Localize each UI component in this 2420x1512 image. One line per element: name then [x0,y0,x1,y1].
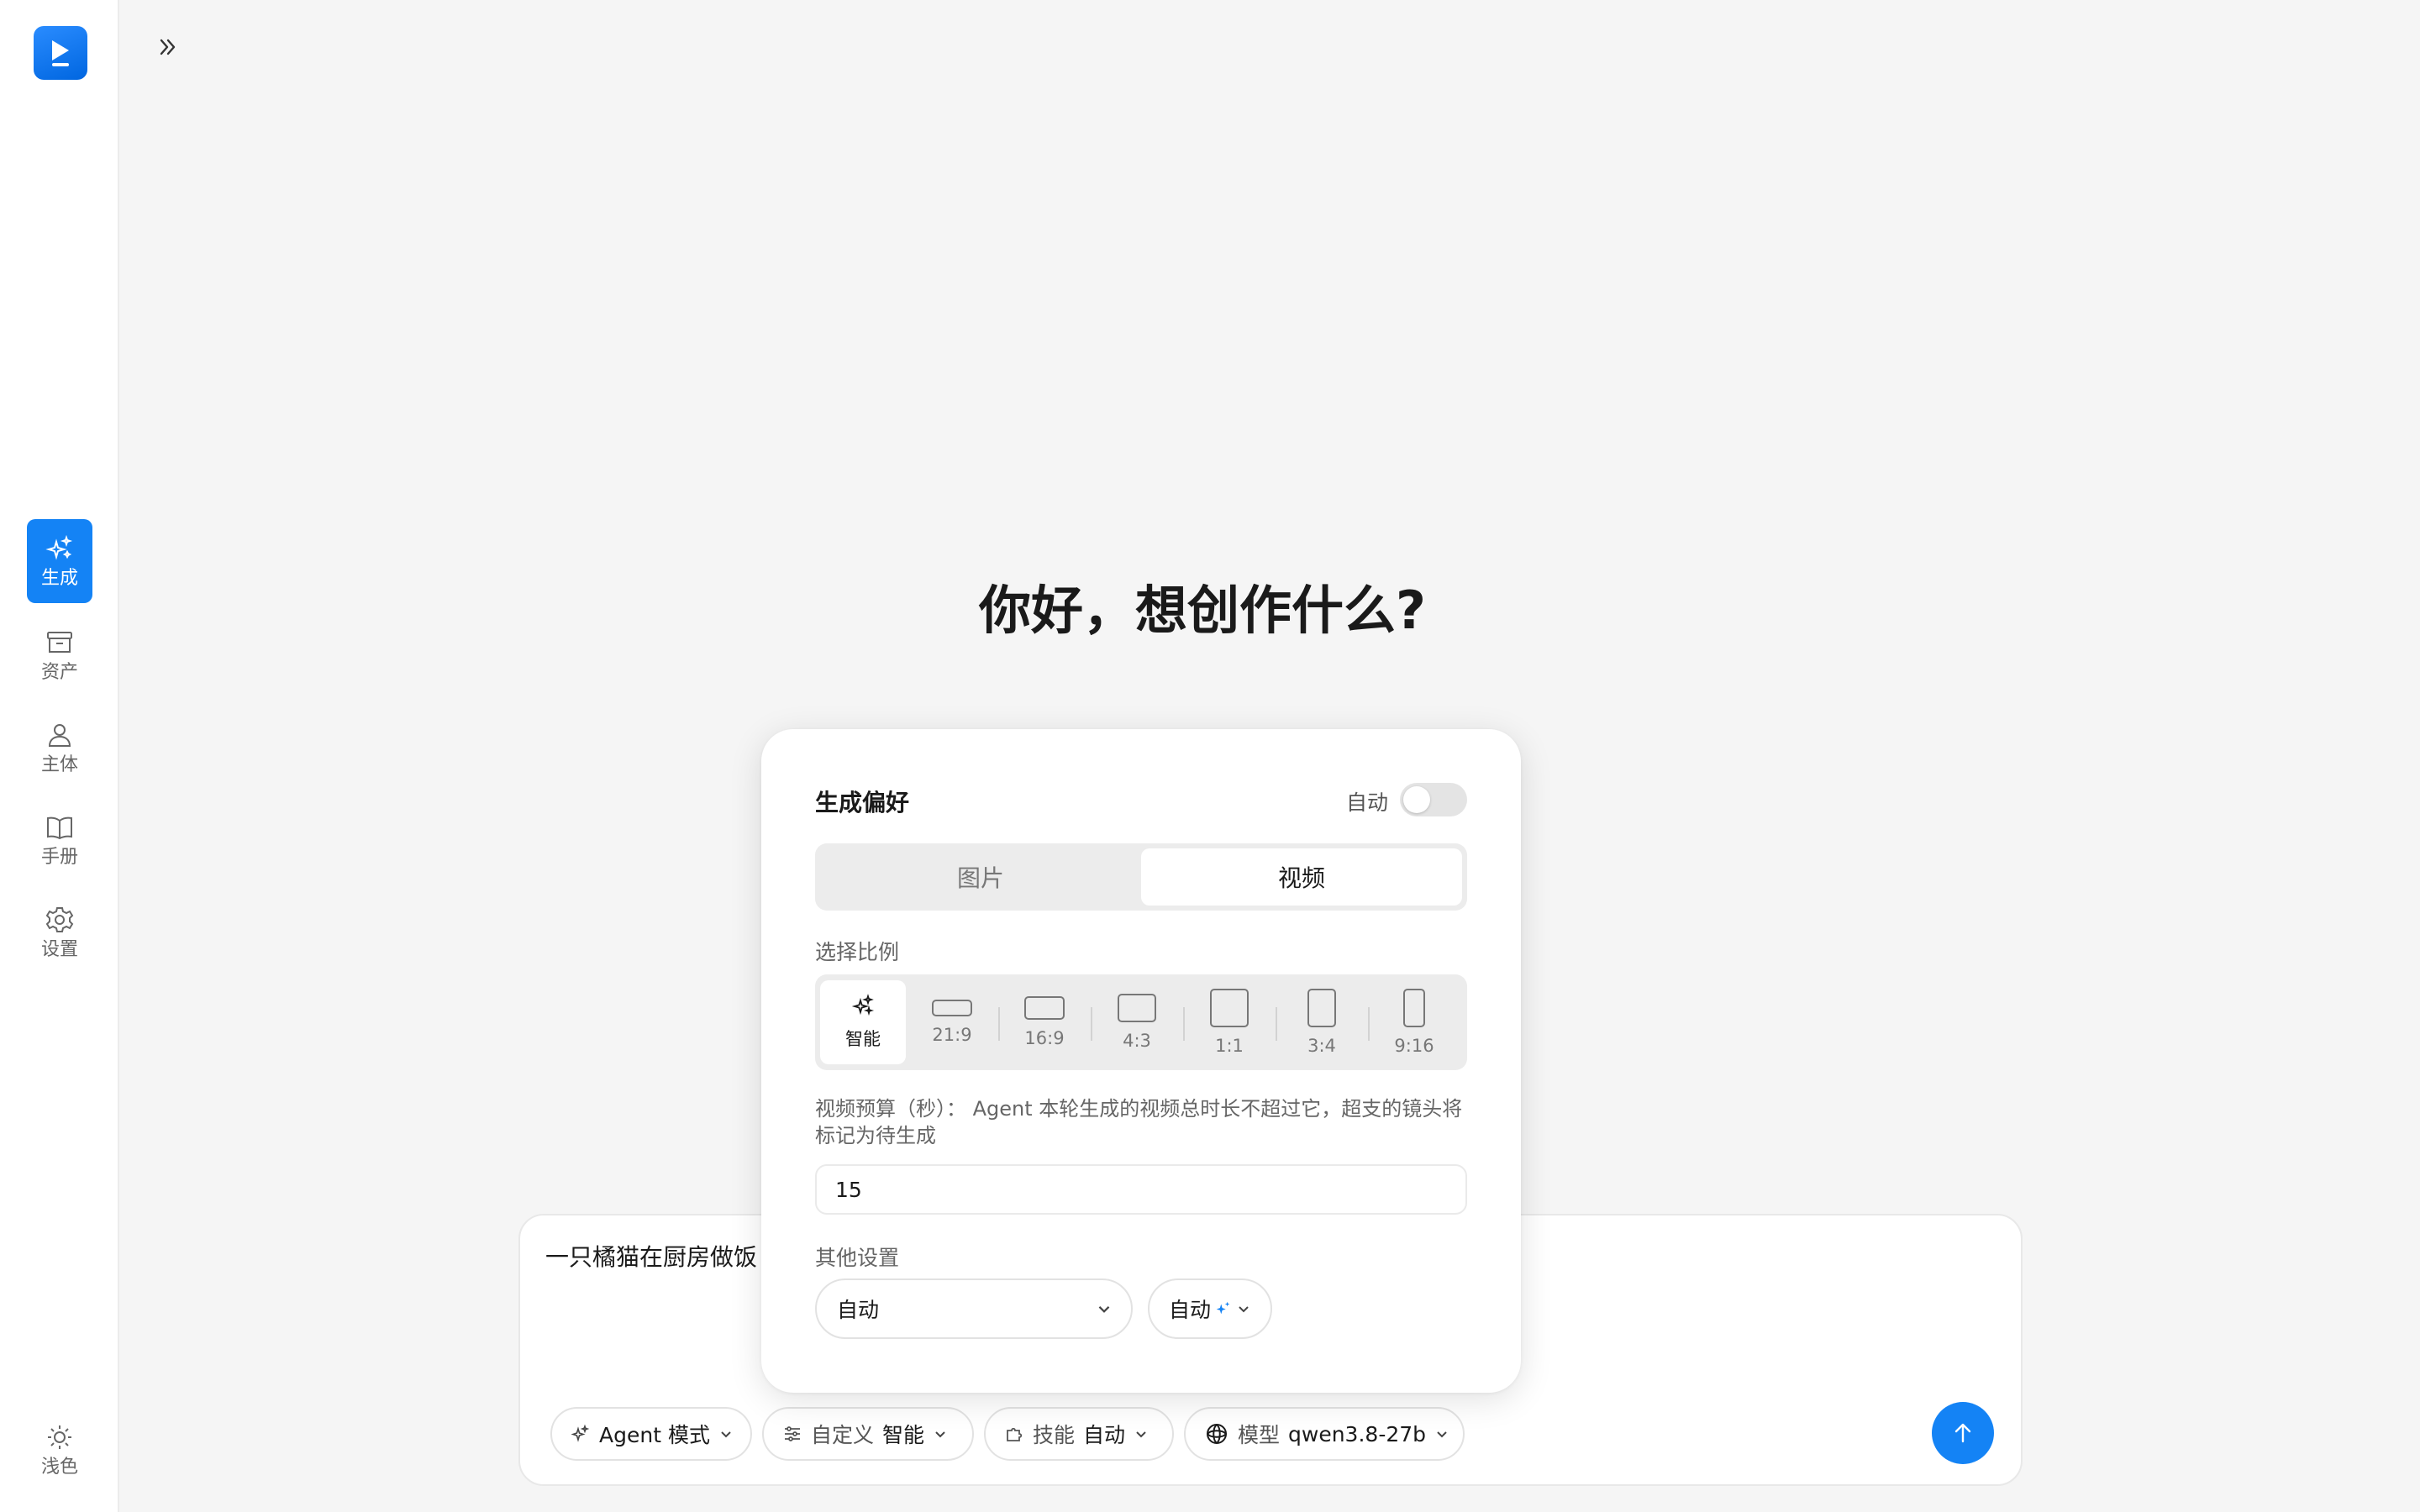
app-root: 生成 资产 主体 手册 设置 浅色 你好，想创作什么? 一只橘猫在厨房做饭 Ag… [0,0,2420,1512]
user-icon [48,724,71,747]
video-budget-description: 视频预算（秒）： Agent 本轮生成的视频总时长不超过它，超支的镜头将标记为待… [815,1097,1463,1147]
ratio-option-1-1[interactable]: 1:1 [1183,980,1276,1064]
ratio-label: 智能 [845,1029,881,1049]
ratio-shape [1118,994,1156,1022]
ratio-option-21-9[interactable]: 21:9 [906,980,998,1064]
theme-label: 浅色 [40,1457,78,1478]
ratio-label: 16:9 [1024,1028,1065,1048]
ratio-shape [932,1000,972,1016]
ratio-shape [1307,989,1336,1027]
auto-label: 自动 [1346,790,1389,815]
sidebar-item-label: 资产 [40,662,78,683]
skill-value: 自动 [1083,1423,1126,1447]
model-label: 模型 [1238,1423,1281,1447]
app-logo[interactable] [34,26,87,80]
gear-icon [45,907,74,932]
greeting-text: 你好，想创作什么? [979,580,1426,641]
chevron-down-icon [1437,1431,1447,1438]
model-value: qwen3.8-27b [1288,1421,1427,1446]
sidebar-item-label: 主体 [40,754,78,775]
custom-dropdown[interactable]: 自定义 智能 [762,1407,974,1461]
ratio-option-smart[interactable]: 智能 [820,980,906,1064]
ratio-label: 1:1 [1215,1036,1244,1056]
greeting-heading: 你好，想创作什么? [0,568,2420,643]
book-icon [47,816,72,840]
sparkle-icon [571,1424,590,1442]
composer-toolbar: Agent 模式 自定义 智能 技能 自动 模型 qwen3.8-27b [550,1407,1465,1461]
chevron-down-icon [1098,1305,1110,1313]
other-settings-label: 其他设置 [815,1246,900,1270]
toggle-knob [1403,786,1430,813]
sliders-icon [785,1426,800,1441]
ratio-option-16-9[interactable]: 16:9 [998,980,1091,1064]
prompt-input[interactable]: 一只橘猫在厨房做饭 [545,1239,757,1273]
ratio-shape [1024,996,1065,1020]
chevron-down-icon [935,1431,945,1438]
tab-video[interactable]: 视频 [1141,848,1462,906]
custom-value: 智能 [882,1423,925,1447]
ratio-label: 21:9 [932,1025,972,1045]
select-value: 自动 [837,1298,880,1322]
ratio-option-3-4[interactable]: 3:4 [1276,980,1368,1064]
arrow-up-icon [1954,1423,1971,1443]
ratio-shape [1403,989,1425,1027]
custom-label: 自定义 [811,1423,875,1447]
model-dropdown[interactable]: 模型 qwen3.8-27b [1184,1407,1465,1461]
sparkle-icon [45,534,73,560]
theme-toggle[interactable]: 浅色 [27,1408,92,1492]
smart-setting-select[interactable]: 自动 [1148,1278,1272,1339]
popover-title: 生成偏好 [815,789,910,816]
ratio-shape [1210,989,1249,1027]
tab-image[interactable]: 图片 [820,848,1141,906]
ratio-option-4-3[interactable]: 4:3 [1091,980,1183,1064]
generation-preferences-popover: 生成偏好 自动 图片 视频 选择比例 智能 21:9 16:9 4:3 1:1 … [761,729,1521,1393]
ratio-option-9-16[interactable]: 9:16 [1368,980,1460,1064]
aspect-ratio-selector: 智能 21:9 16:9 4:3 1:1 3:4 9:16 [815,974,1467,1070]
sidebar-item-label: 设置 [40,939,78,960]
other-setting-select[interactable]: 自动 [815,1278,1133,1339]
chevron-down-icon [1136,1431,1146,1438]
double-chevron-right-icon [160,39,176,55]
ratio-label: 3:4 [1307,1036,1336,1056]
media-type-tabs: 图片 视频 [815,843,1467,911]
chevron-down-icon [721,1431,731,1438]
video-budget-input[interactable]: 15 [815,1164,1467,1215]
puzzle-icon [1007,1427,1023,1441]
sidebar-item-settings[interactable]: 设置 [27,890,92,974]
auto-toggle[interactable] [1400,783,1467,816]
ratio-label: 4:3 [1123,1031,1151,1051]
ratio-section-label: 选择比例 [815,940,900,964]
sparkle-icon [1216,1301,1230,1315]
agent-mode-label: Agent 模式 [599,1423,710,1447]
select-value: 自动 [1168,1298,1211,1322]
model-provider-icon [1207,1424,1227,1444]
skill-dropdown[interactable]: 技能 自动 [984,1407,1174,1461]
sidebar: 生成 资产 主体 手册 设置 浅色 [0,0,119,1512]
skill-label: 技能 [1033,1423,1076,1447]
expand-sidebar-button[interactable] [151,32,185,62]
sidebar-item-label: 手册 [40,847,78,868]
sidebar-item-subject[interactable]: 主体 [27,706,92,790]
chevron-down-icon [1239,1306,1249,1313]
ratio-label: 9:16 [1394,1036,1434,1056]
agent-mode-dropdown[interactable]: Agent 模式 [550,1407,752,1461]
sun-icon [48,1425,71,1449]
send-button[interactable] [1932,1402,1994,1464]
sparkle-icon [851,994,875,1016]
play-logo-icon [52,40,69,66]
sidebar-item-manual[interactable]: 手册 [27,798,92,882]
